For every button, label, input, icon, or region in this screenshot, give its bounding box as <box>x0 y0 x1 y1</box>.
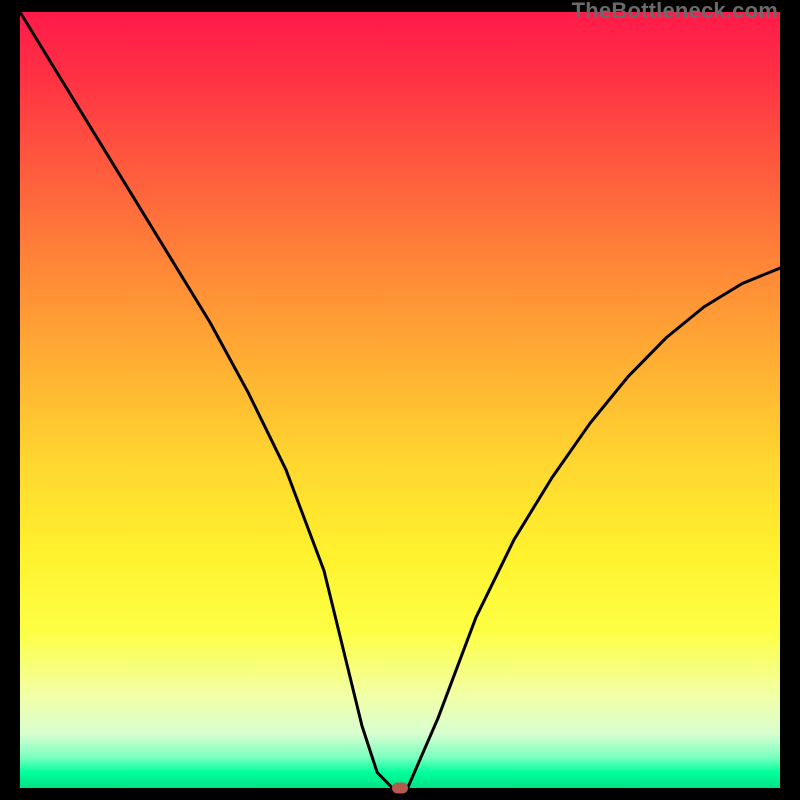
minimum-marker <box>392 783 408 794</box>
curve-svg <box>20 12 780 788</box>
bottleneck-curve <box>20 12 780 788</box>
chart-frame: TheBottleneck.com <box>0 0 800 800</box>
plot-area <box>20 12 780 788</box>
watermark-text: TheBottleneck.com <box>572 0 778 24</box>
